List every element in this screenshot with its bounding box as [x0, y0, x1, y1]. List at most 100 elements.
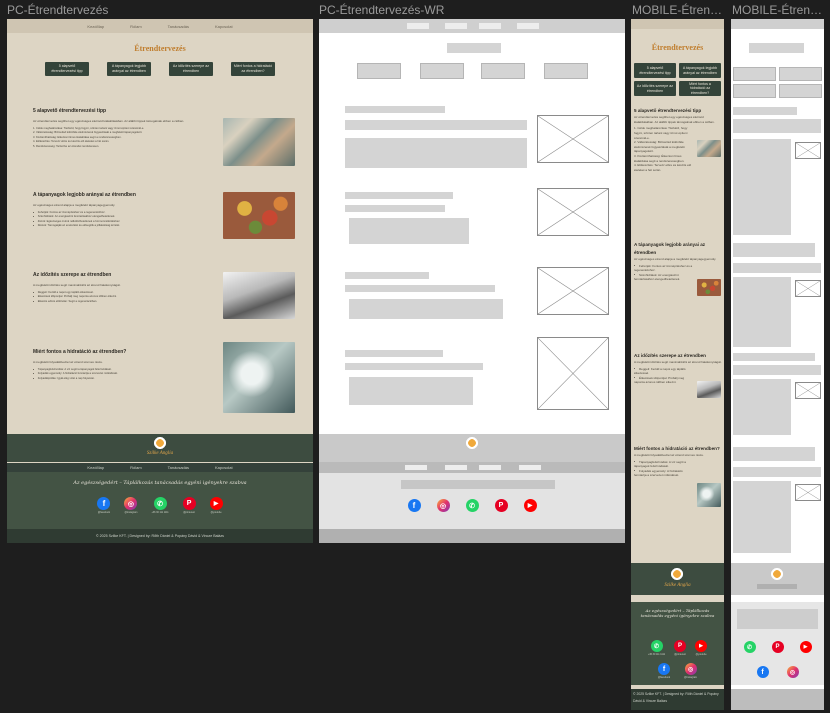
wf-nav-item[interactable] — [517, 23, 539, 29]
wf-nav-item[interactable] — [405, 465, 427, 470]
instagram-icon: ◎ — [684, 663, 697, 675]
wf-button[interactable] — [357, 63, 401, 79]
list-item: Étkezések időpontjai: Próbálj meg napont… — [634, 376, 694, 385]
pinterest-link[interactable]: P @pinterest — [182, 497, 196, 514]
section-hydration: Miért fontos a hidratáció az étrendben? … — [634, 445, 722, 478]
social-caption: @youtube — [210, 511, 222, 514]
social-links-row2: f @facebook ◎ @instagram — [631, 663, 724, 679]
pinterest-link[interactable]: P @pinterest — [674, 640, 687, 656]
section-intro: A megfelelő folyadékbevitel az étrend sz… — [634, 453, 704, 457]
wf-nav-item[interactable] — [445, 23, 467, 29]
wf-image-placeholder — [795, 484, 821, 501]
whatsapp-icon[interactable]: ✆ — [465, 499, 479, 512]
nav-consulting[interactable]: Tanácsadás — [168, 24, 189, 29]
facebook-icon[interactable]: f — [407, 499, 421, 512]
youtube-icon[interactable]: ▶ — [523, 499, 537, 512]
wf-nav-item[interactable] — [407, 23, 429, 29]
wf-nav-item[interactable] — [445, 465, 467, 470]
logo-icon[interactable] — [151, 437, 169, 449]
wf-nav-item[interactable] — [479, 465, 501, 470]
list-item: Folyadék egyensúly: A hidratáció fenntar… — [634, 469, 694, 478]
section-button-timing[interactable]: Az időzítés szerepe az étrendben — [169, 62, 213, 76]
youtube-icon[interactable]: ▶ — [799, 641, 812, 653]
wf-image-placeholder — [537, 115, 609, 163]
footer-nav-home[interactable]: Kezdőlap — [87, 465, 104, 470]
section-button-tips[interactable]: 5 alapvető étrendtervezési tipp — [634, 63, 676, 78]
social-caption: @pinterest — [183, 511, 195, 514]
list-item: Tápanyagfelszívódás: A víz segíti a tápa… — [634, 460, 694, 469]
nav-home[interactable]: Kezdőlap — [87, 24, 104, 29]
facebook-icon[interactable]: f — [756, 666, 769, 678]
wf-footer-nav — [319, 462, 625, 473]
footer-logo-band: Szilke Anglia — [7, 434, 313, 462]
nav-about[interactable]: Rólam — [130, 24, 142, 29]
section-buttons: 5 alapvető étrendtervezési tipp A tápany… — [631, 63, 724, 96]
wf-title — [447, 43, 501, 53]
pinterest-icon[interactable]: P — [494, 499, 508, 512]
food-photo — [697, 279, 721, 296]
mobile-top-bar — [631, 19, 724, 29]
frame-label-pc-wr: PC-Étrendtervezés-WR — [319, 3, 445, 17]
facebook-link[interactable]: f @facebook — [97, 497, 111, 514]
instagram-icon[interactable]: ◎ — [786, 666, 799, 678]
section-intro: Az egészséges étrend alapja a megfelelő … — [33, 202, 116, 207]
section-button-nutrients[interactable]: A tápanyagok legjobb arányai az étrendbe… — [107, 62, 151, 76]
wf-text-block — [349, 299, 503, 319]
list-item: Rendszeresség: Tartsd be az étrendet ren… — [33, 145, 213, 150]
facebook-link[interactable]: f @facebook — [658, 663, 670, 679]
section-button-timing[interactable]: Az időzítés szerepe az étrendben — [634, 81, 676, 96]
wf-button[interactable] — [544, 63, 588, 79]
wf-button[interactable] — [779, 67, 822, 81]
section-buttons: 5 alapvető étrendtervezési tipp A tápany… — [7, 62, 313, 76]
instagram-link[interactable]: ◎ @instagram — [684, 663, 697, 679]
section-list: Fehérjék: Fontos az izomépítéshez és a r… — [634, 264, 694, 282]
wf-social-links-row2: f ◎ — [731, 666, 824, 678]
wf-heading — [733, 447, 815, 461]
wf-title — [749, 43, 804, 53]
footer-logo-band: Szilke Anglia — [631, 563, 724, 595]
wf-text — [345, 120, 527, 130]
water-photo — [223, 342, 295, 413]
frame-label-pc: PC-Étrendtervezés — [7, 3, 109, 17]
social-caption: @youtube — [695, 653, 707, 656]
instagram-icon[interactable]: ◎ — [436, 499, 450, 512]
section-button-nutrients[interactable]: A tápanyagok legjobb arányai az étrendbe… — [679, 63, 721, 78]
pinterest-icon: P — [674, 640, 687, 652]
youtube-icon: ▶ — [695, 640, 708, 652]
wf-button[interactable] — [779, 84, 822, 98]
wf-button[interactable] — [733, 67, 776, 81]
section-button-tips[interactable]: 5 alapvető étrendtervezési tipp — [45, 62, 89, 76]
logo-icon[interactable] — [668, 568, 686, 580]
wf-social-links: f ◎ ✆ P ▶ — [319, 499, 625, 512]
wf-button[interactable] — [481, 63, 525, 79]
section-button-hydration[interactable]: Miért fontos a hidratáció az étrendben? — [231, 62, 275, 76]
pinterest-icon[interactable]: P — [771, 641, 784, 653]
whatsapp-icon[interactable]: ✆ — [743, 641, 756, 653]
wf-button[interactable] — [733, 84, 776, 98]
whatsapp-link[interactable]: ✆ +36 30 111 1111 — [648, 640, 665, 656]
footer-nav-about[interactable]: Rólam — [130, 465, 142, 470]
logo-icon[interactable] — [768, 568, 786, 580]
grocery-photo — [223, 118, 295, 166]
instagram-link[interactable]: ◎ @instagram — [124, 497, 138, 514]
wf-text — [345, 205, 445, 212]
footer-nav-consulting[interactable]: Tanácsadás — [168, 465, 189, 470]
list-item: Szénhidrátok: Az energiaszint fenntartás… — [634, 273, 694, 282]
pc-wireframe-frame: f ◎ ✆ P ▶ — [319, 19, 625, 543]
wf-text-block — [733, 277, 791, 347]
logo-icon[interactable] — [463, 437, 481, 449]
youtube-link[interactable]: ▶ @youtube — [695, 640, 708, 656]
wf-nav-item[interactable] — [519, 465, 541, 470]
social-caption: +36 30 111 1111 — [647, 653, 666, 656]
list-item: Előkészítés: Tervezz előre és készíts el… — [634, 163, 694, 172]
wf-nav-item[interactable] — [479, 23, 501, 29]
wf-button[interactable] — [420, 63, 464, 79]
nav-contact[interactable]: Kapcsolat — [215, 24, 233, 29]
youtube-link[interactable]: ▶ @youtube — [209, 497, 223, 514]
footer-nav-contact[interactable]: Kapcsolat — [215, 465, 233, 470]
section-button-hydration[interactable]: Miért fontos a hidratáció az étrendben? — [679, 81, 721, 96]
youtube-icon: ▶ — [209, 497, 223, 510]
section-list: Reggeli: Kezdd a napot egy tápláló étkez… — [634, 367, 694, 385]
wf-tagline — [401, 480, 555, 489]
whatsapp-link[interactable]: ✆ +36 30 111 1111 — [151, 497, 169, 514]
